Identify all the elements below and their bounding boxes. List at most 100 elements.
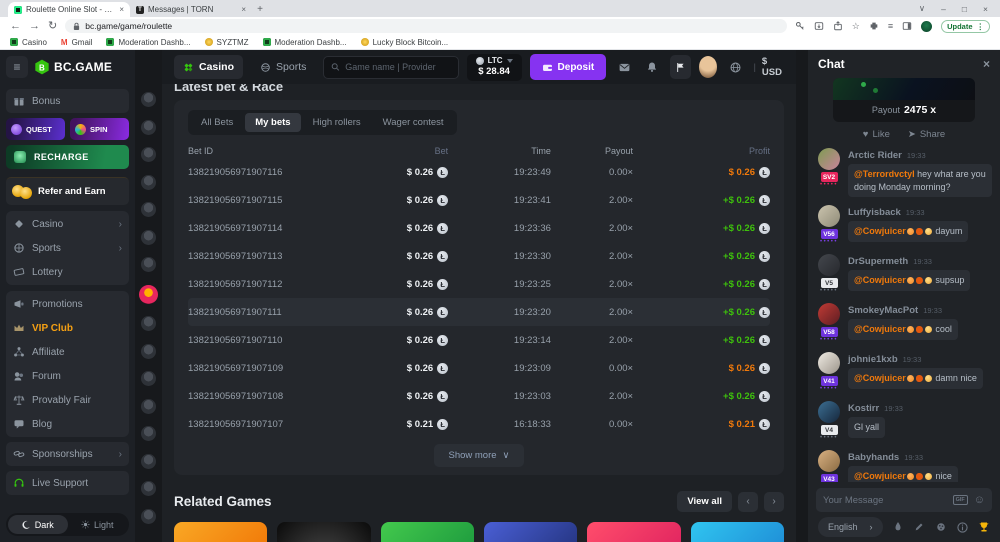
sidebar-item-lottery[interactable]: Lottery xyxy=(6,260,129,284)
sidebar-item-vip-club[interactable]: VIP Club xyxy=(6,316,129,340)
mention[interactable]: @Terrordvctyl xyxy=(854,169,915,179)
chat-username[interactable]: DrSupermeth xyxy=(848,256,908,267)
chat-username[interactable]: SmokeyMacPot xyxy=(848,305,918,316)
game-shortcut-icon[interactable] xyxy=(141,371,156,386)
trophy-icon[interactable] xyxy=(978,519,991,535)
info-icon[interactable] xyxy=(956,519,969,535)
dark-mode-button[interactable]: Dark xyxy=(8,515,68,534)
like-button[interactable]: ♥Like xyxy=(863,129,890,140)
view-all-button[interactable]: View all xyxy=(677,491,732,512)
mention[interactable]: @Cowjuicer xyxy=(854,373,906,383)
search-input[interactable] xyxy=(345,62,450,72)
game-shortcut-icon[interactable] xyxy=(141,426,156,441)
bookmark-casino[interactable]: Casino xyxy=(10,38,47,47)
mention[interactable]: @Cowjuicer xyxy=(854,471,906,481)
reload-button[interactable]: ↻ xyxy=(48,21,57,32)
emoji-icon[interactable]: ☺ xyxy=(974,494,985,506)
game-shortcut-icon[interactable] xyxy=(141,454,156,469)
avatar[interactable] xyxy=(818,401,840,423)
tab-close-icon[interactable]: × xyxy=(241,5,246,14)
game-thumbnail[interactable] xyxy=(587,522,680,542)
table-row[interactable]: 138219056971907112 $ 0.26Ł 19:23:25 2.00… xyxy=(188,270,770,298)
light-mode-button[interactable]: Light xyxy=(68,515,128,534)
forward-button[interactable]: → xyxy=(29,21,40,32)
sidebar-item-promotions[interactable]: Promotions xyxy=(6,292,129,316)
avatar[interactable] xyxy=(818,303,840,325)
table-row[interactable]: 138219056971907116 $ 0.26Ł 19:23:49 0.00… xyxy=(188,158,770,186)
inbox-button[interactable] xyxy=(614,55,634,79)
rain-icon[interactable] xyxy=(892,519,905,535)
table-row[interactable]: 138219056971907114 $ 0.26Ł 19:23:36 2.00… xyxy=(188,214,770,242)
tab-wager-contest[interactable]: Wager contest xyxy=(373,113,454,132)
avatar[interactable] xyxy=(818,450,840,472)
refer-and-earn-button[interactable]: Refer and Earn xyxy=(6,177,129,205)
game-shortcut-icon[interactable] xyxy=(141,481,156,496)
shared-win-card[interactable]: Payout2475 x xyxy=(833,78,975,122)
game-thumbnail[interactable] xyxy=(691,522,784,542)
game-thumbnail[interactable] xyxy=(484,522,577,542)
close-window-button[interactable]: × xyxy=(983,4,988,14)
tab-high-rollers[interactable]: High rollers xyxy=(303,113,371,132)
browser-tab-active[interactable]: Roulette Online Slot - Play onlin... × xyxy=(8,2,130,17)
avatar[interactable] xyxy=(818,254,840,276)
chat-username[interactable]: johnie1kxb xyxy=(848,354,898,365)
chat-username[interactable]: Babyhands xyxy=(848,452,899,463)
game-shortcut-icon[interactable] xyxy=(141,92,156,107)
game-shortcut-icon[interactable] xyxy=(141,316,156,331)
notifications-button[interactable] xyxy=(642,55,662,79)
sidebar-item-affiliate[interactable]: Affiliate xyxy=(6,340,129,364)
avatar[interactable] xyxy=(818,148,840,170)
game-search[interactable] xyxy=(323,56,458,79)
carousel-next-button[interactable]: › xyxy=(764,492,784,512)
game-shortcut-roulette-active-icon[interactable] xyxy=(139,285,158,304)
chat-message-input[interactable]: GIF ☺ xyxy=(816,488,992,512)
new-tab-button[interactable]: + xyxy=(252,2,268,17)
extensions-icon[interactable] xyxy=(869,21,879,31)
game-shortcut-icon[interactable] xyxy=(141,257,156,272)
spin-button[interactable]: SPIN xyxy=(70,118,129,140)
table-row[interactable]: 138219056971907107 $ 0.21Ł 16:18:33 0.00… xyxy=(188,410,770,438)
game-thumbnail[interactable] xyxy=(277,522,370,542)
close-chat-icon[interactable]: × xyxy=(983,57,990,71)
bookmark-syztmz[interactable]: SYZTMZ xyxy=(205,38,249,47)
language-globe-button[interactable] xyxy=(725,55,745,79)
sidebar-item-provably-fair[interactable]: Provably Fair xyxy=(6,388,129,412)
game-shortcut-icon[interactable] xyxy=(141,147,156,162)
tab-all-bets[interactable]: All Bets xyxy=(191,113,243,132)
minimize-button[interactable]: – xyxy=(941,4,946,14)
chrome-profile-avatar[interactable] xyxy=(921,21,932,32)
bookmark-star-icon[interactable]: ☆ xyxy=(852,21,860,32)
sidebar-item-blog[interactable]: Blog xyxy=(6,412,129,436)
carousel-prev-button[interactable]: ‹ xyxy=(738,492,758,512)
game-shortcut-icon[interactable] xyxy=(141,230,156,245)
recharge-button[interactable]: RECHARGE xyxy=(6,145,129,169)
bcgame-logo[interactable]: B BC.GAME xyxy=(34,59,112,75)
game-thumbnail[interactable] xyxy=(381,522,474,542)
avatar[interactable] xyxy=(818,352,840,374)
fiat-currency-selector[interactable]: |$ USD xyxy=(753,56,784,78)
avatar[interactable] xyxy=(818,205,840,227)
tab-close-icon[interactable]: × xyxy=(119,5,124,14)
game-shortcut-icon[interactable] xyxy=(141,120,156,135)
message-input[interactable] xyxy=(823,495,947,506)
bookmark-lucky-block[interactable]: Lucky Block Bitcoin... xyxy=(361,38,449,47)
install-icon[interactable] xyxy=(814,21,824,31)
game-thumbnail[interactable] xyxy=(174,522,267,542)
sidebar-item-bonus[interactable]: Bonus xyxy=(6,89,129,113)
sidebar-item-sports[interactable]: Sports› xyxy=(6,236,129,260)
mention[interactable]: @Cowjuicer xyxy=(854,275,906,285)
mention[interactable]: @Cowjuicer xyxy=(854,324,906,334)
back-button[interactable]: ← xyxy=(10,21,21,32)
game-shortcut-icon[interactable] xyxy=(141,509,156,524)
nav-tab-sports[interactable]: Sports xyxy=(251,55,315,79)
deposit-button[interactable]: Deposit xyxy=(530,54,607,80)
table-row[interactable]: 138219056971907115 $ 0.26Ł 19:23:41 2.00… xyxy=(188,186,770,214)
tab-my-bets[interactable]: My bets xyxy=(245,113,300,132)
key-icon[interactable] xyxy=(795,21,805,31)
chat-username[interactable]: Luffyisback xyxy=(848,207,901,218)
share-button[interactable]: ➤Share xyxy=(908,129,945,140)
table-row[interactable]: 138219056971907109 $ 0.26Ł 19:23:09 0.00… xyxy=(188,354,770,382)
bookmark-gmail[interactable]: MGmail xyxy=(61,38,93,47)
game-shortcut-icon[interactable] xyxy=(141,399,156,414)
brush-icon[interactable] xyxy=(935,519,948,535)
